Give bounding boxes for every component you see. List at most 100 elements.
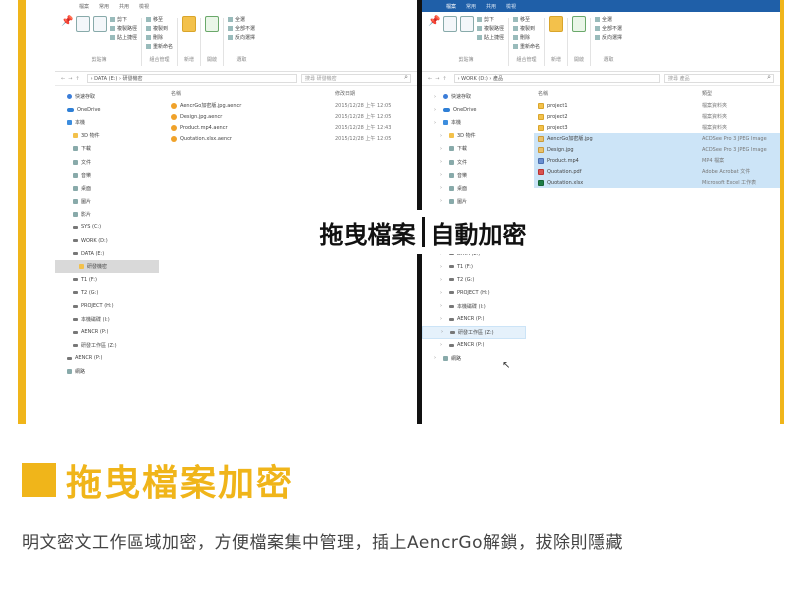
chevron-right-icon[interactable]: › bbox=[440, 159, 446, 165]
ribbon-small-button[interactable]: 貼上捷徑 bbox=[477, 34, 504, 41]
ribbon-small-button[interactable]: 全選 bbox=[228, 16, 255, 23]
ribbon-button[interactable] bbox=[572, 16, 587, 32]
tab-view[interactable]: 檢視 bbox=[139, 3, 149, 10]
ribbon-small-button[interactable]: 反向選擇 bbox=[595, 34, 622, 41]
ribbon-small-button[interactable]: 反向選擇 bbox=[228, 34, 255, 41]
nav-item[interactable]: AENCR (P:) bbox=[55, 352, 159, 365]
address-input[interactable]: › DATA (E:) › 研發機密 bbox=[86, 74, 297, 83]
nav-item[interactable]: › 研發工作區 (Z:) bbox=[422, 325, 526, 339]
file-row[interactable]: Design.jpg ACDSee Pro 3 JPEG Image bbox=[534, 144, 780, 155]
tab-view[interactable]: 檢視 bbox=[506, 3, 516, 10]
nav-item[interactable]: › 網路 bbox=[422, 352, 526, 365]
nav-item[interactable]: › 3D 物件 bbox=[422, 129, 526, 142]
nav-item[interactable]: 音樂 bbox=[55, 169, 159, 182]
nav-item[interactable]: › 桌面 bbox=[422, 182, 526, 195]
ribbon-small-button[interactable]: 貼上捷徑 bbox=[110, 34, 137, 41]
nav-item[interactable]: 快速存取 bbox=[55, 90, 159, 103]
tab-share[interactable]: 共用 bbox=[486, 3, 496, 10]
ribbon-small-button[interactable]: 移至 bbox=[513, 16, 540, 23]
file-row[interactable]: AencrGo加密版.jpg.aencr 2015/12/28 上午 12:05 bbox=[167, 100, 417, 111]
ribbon-small-button[interactable]: 全部不選 bbox=[595, 25, 622, 32]
chevron-right-icon[interactable]: › bbox=[440, 303, 446, 309]
tab-share[interactable]: 共用 bbox=[119, 3, 129, 10]
nav-item[interactable]: › 文件 bbox=[422, 155, 526, 168]
search-input[interactable]: 搜尋 產品 bbox=[664, 74, 774, 83]
chevron-right-icon[interactable]: › bbox=[440, 146, 446, 152]
ribbon-button[interactable] bbox=[460, 16, 474, 32]
nav-item[interactable]: DATA (E:) bbox=[55, 247, 159, 260]
search-input[interactable]: 搜尋 研發機密 bbox=[301, 74, 411, 83]
nav-item[interactable]: › T1 (F:) bbox=[422, 260, 526, 273]
nav-item[interactable]: › 本機 bbox=[422, 116, 526, 129]
file-row[interactable]: project1 檔案資料夾 bbox=[534, 100, 780, 111]
nav-item[interactable]: › 本機磁碟 (I:) bbox=[422, 300, 526, 313]
column-name[interactable]: 名稱 bbox=[167, 90, 335, 100]
ribbon-small-button[interactable]: 全選 bbox=[595, 16, 622, 23]
chevron-right-icon[interactable]: › bbox=[434, 120, 440, 126]
chevron-right-icon[interactable]: › bbox=[434, 355, 440, 361]
tab-home[interactable]: 常用 bbox=[99, 3, 109, 10]
ribbon-button[interactable] bbox=[549, 16, 564, 32]
nav-item[interactable]: 圖片 bbox=[55, 195, 159, 208]
nav-arrows-icon[interactable]: ←→↑ bbox=[61, 76, 83, 82]
file-row[interactable]: project2 檔案資料夾 bbox=[534, 111, 780, 122]
ribbon-small-button[interactable]: 複製到 bbox=[513, 25, 540, 32]
file-row[interactable]: Product.mp4 MP4 檔案 bbox=[534, 155, 780, 166]
chevron-right-icon[interactable]: › bbox=[440, 264, 446, 270]
nav-item[interactable]: SYS (C:) bbox=[55, 221, 159, 234]
nav-item[interactable]: 下載 bbox=[55, 142, 159, 155]
tab-file[interactable]: 檔案 bbox=[446, 3, 457, 10]
tab-file[interactable]: 檔案 bbox=[79, 3, 89, 10]
nav-item[interactable]: 文件 bbox=[55, 155, 159, 168]
ribbon-small-button[interactable]: 剪下 bbox=[110, 16, 137, 23]
ribbon-small-button[interactable]: 全部不選 bbox=[228, 25, 255, 32]
nav-item[interactable]: 研發機密 bbox=[55, 260, 159, 274]
file-row[interactable]: Design.jpg.aencr 2015/12/28 上午 12:05 bbox=[167, 111, 417, 122]
ribbon-small-button[interactable]: 複製路徑 bbox=[477, 25, 504, 32]
ribbon-small-button[interactable]: 複製到 bbox=[146, 25, 173, 32]
ribbon-button[interactable] bbox=[182, 16, 197, 32]
chevron-right-icon[interactable]: › bbox=[440, 316, 446, 322]
file-row[interactable]: Product.mp4.aencr 2015/12/28 上午 12:43 bbox=[167, 122, 417, 133]
file-row[interactable]: project3 檔案資料夾 bbox=[534, 122, 780, 133]
column-name[interactable]: 名稱 bbox=[534, 90, 702, 100]
nav-item[interactable]: AENCR (P:) bbox=[55, 326, 159, 339]
ribbon-small-button[interactable]: 刪除 bbox=[513, 34, 540, 41]
ribbon-button[interactable] bbox=[428, 16, 440, 32]
nav-item[interactable]: 本機磁碟 (I:) bbox=[55, 313, 159, 326]
nav-item[interactable]: T1 (F:) bbox=[55, 273, 159, 286]
nav-item[interactable]: WORK (D:) bbox=[55, 234, 159, 247]
nav-item[interactable]: 影片 bbox=[55, 208, 159, 221]
nav-item[interactable]: › T2 (G:) bbox=[422, 273, 526, 286]
file-row[interactable]: AencrGo加密版.jpg ACDSee Pro 3 JPEG Image bbox=[534, 133, 780, 144]
ribbon-small-button[interactable]: 重新命名 bbox=[146, 43, 173, 50]
ribbon-button[interactable] bbox=[61, 16, 73, 32]
nav-item[interactable]: › OneDrive bbox=[422, 103, 526, 116]
ribbon-button[interactable] bbox=[205, 16, 220, 32]
nav-item[interactable]: 3D 物件 bbox=[55, 129, 159, 142]
nav-item[interactable]: PROJECT (H:) bbox=[55, 300, 159, 313]
nav-item[interactable]: › AENCR (P:) bbox=[422, 339, 526, 352]
chevron-right-icon[interactable]: › bbox=[434, 94, 440, 100]
nav-item[interactable]: › 音樂 bbox=[422, 169, 526, 182]
chevron-right-icon[interactable]: › bbox=[440, 277, 446, 283]
tab-home[interactable]: 常用 bbox=[466, 3, 476, 10]
chevron-right-icon[interactable]: › bbox=[440, 133, 446, 139]
nav-item[interactable]: › 下載 bbox=[422, 142, 526, 155]
chevron-right-icon[interactable]: › bbox=[440, 290, 446, 296]
nav-item[interactable]: T2 (G:) bbox=[55, 286, 159, 299]
ribbon-small-button[interactable]: 刪除 bbox=[146, 34, 173, 41]
chevron-right-icon[interactable]: › bbox=[440, 185, 446, 191]
ribbon-small-button[interactable]: 重新命名 bbox=[513, 43, 540, 50]
nav-item[interactable]: OneDrive bbox=[55, 103, 159, 116]
chevron-right-icon[interactable]: › bbox=[440, 198, 446, 204]
chevron-right-icon[interactable]: › bbox=[440, 172, 446, 178]
chevron-right-icon[interactable]: › bbox=[434, 107, 440, 113]
nav-item[interactable]: › 圖片 bbox=[422, 195, 526, 208]
nav-item[interactable]: › 快速存取 bbox=[422, 90, 526, 103]
column-type[interactable]: 類型 bbox=[702, 90, 712, 100]
column-date[interactable]: 修改日期 bbox=[335, 90, 355, 100]
ribbon-small-button[interactable]: 剪下 bbox=[477, 16, 504, 23]
nav-item[interactable]: 本機 bbox=[55, 116, 159, 129]
nav-item[interactable]: 網路 bbox=[55, 365, 159, 378]
